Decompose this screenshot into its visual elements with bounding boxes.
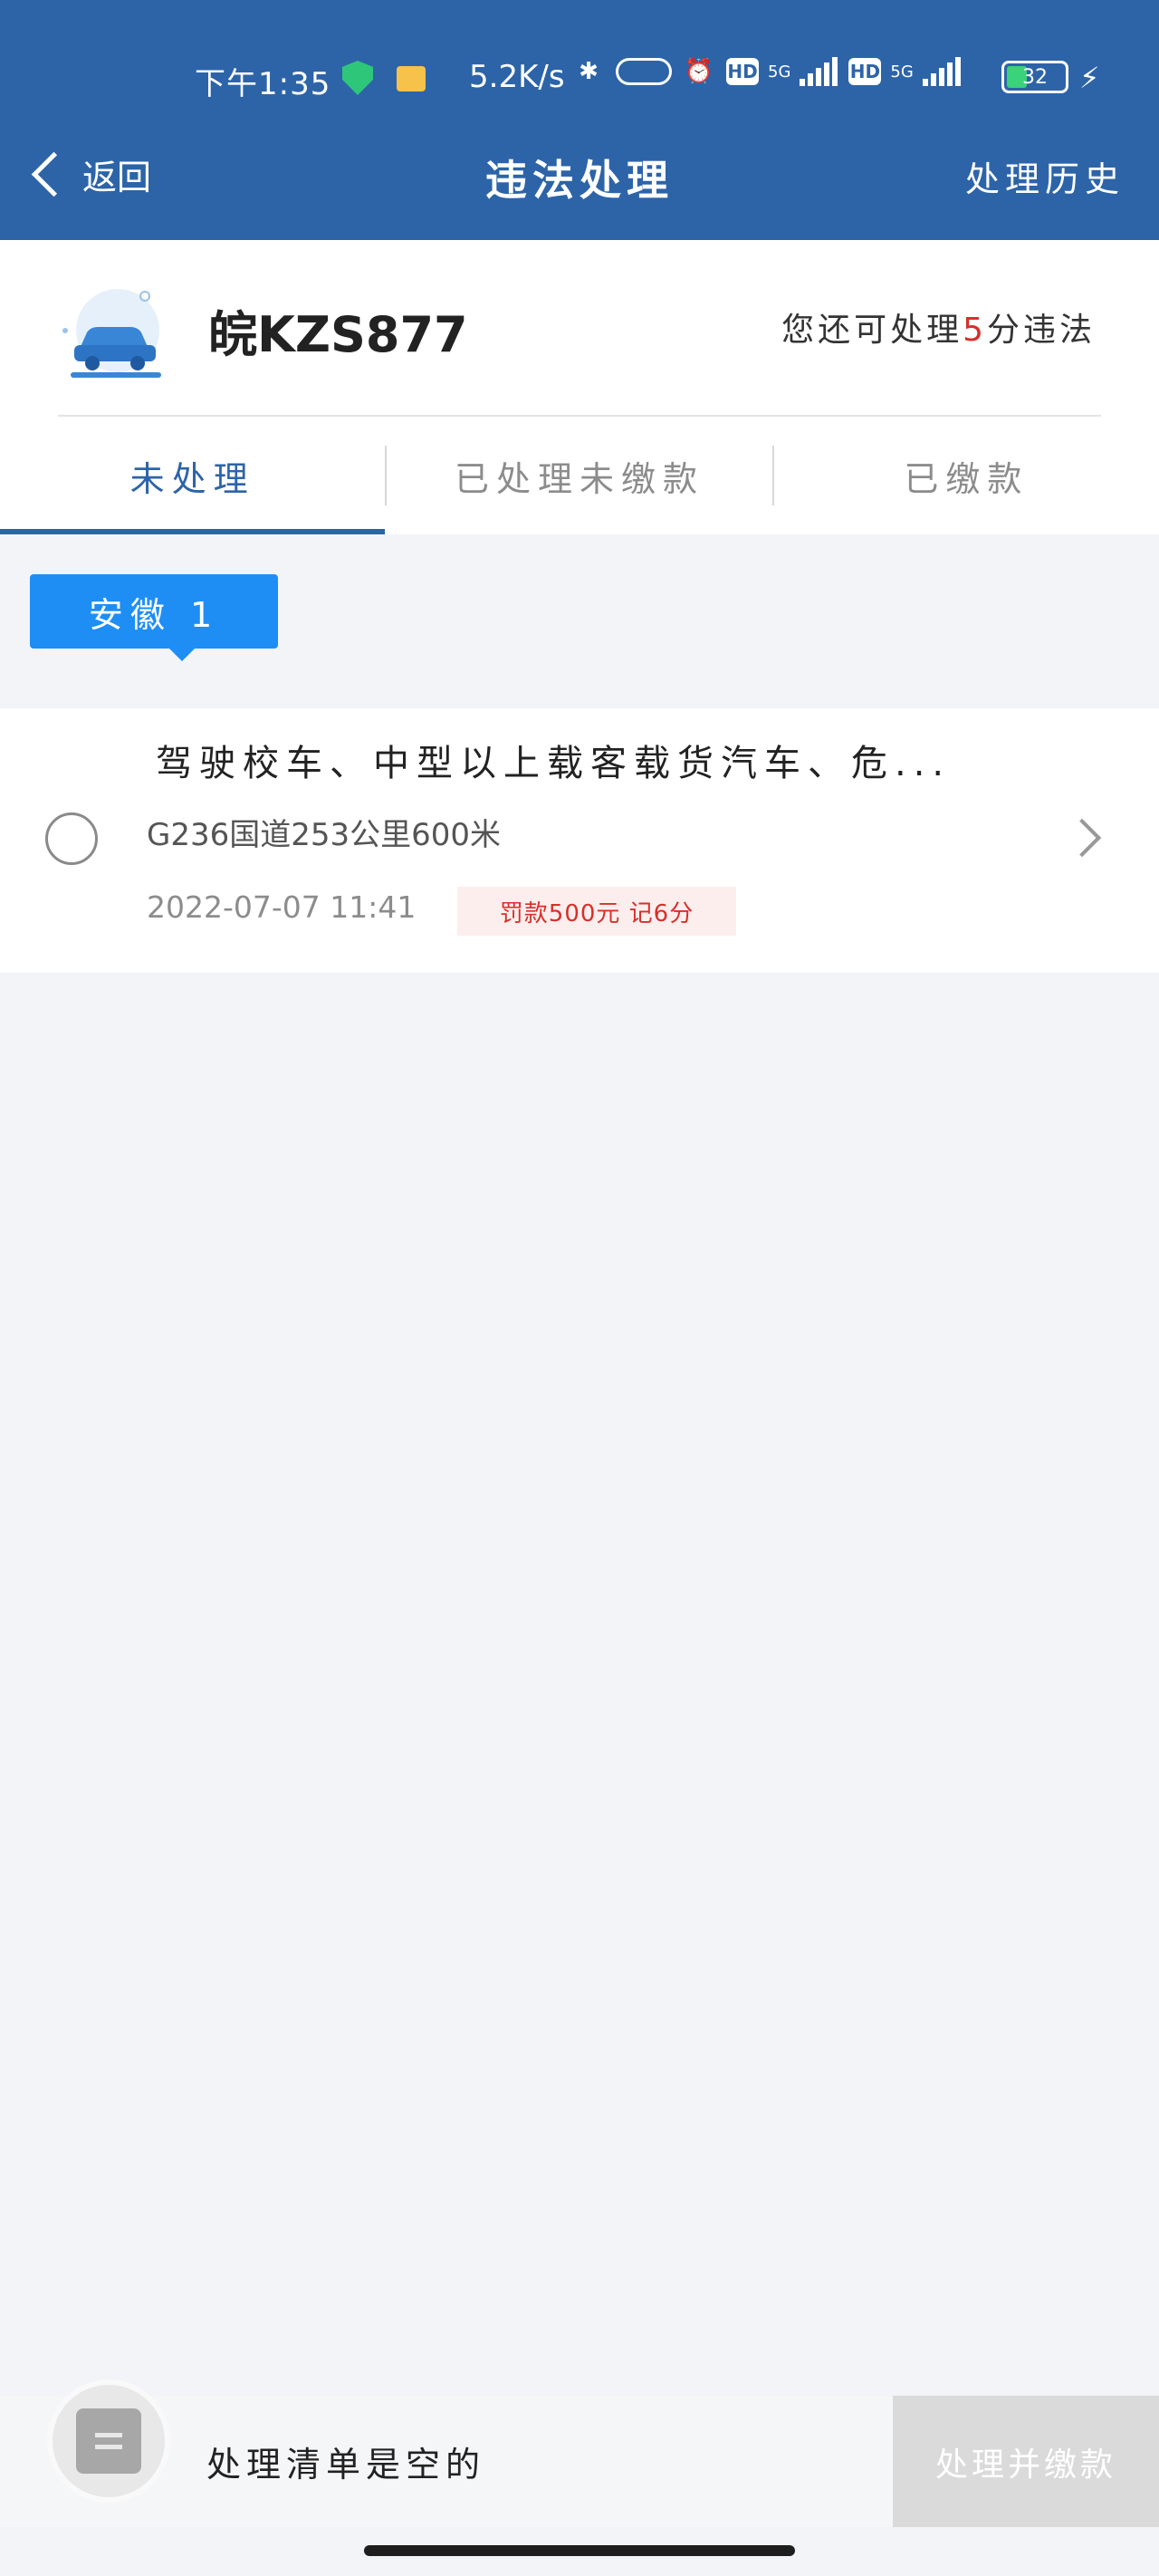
chevron-right-icon[interactable] bbox=[1062, 818, 1102, 858]
process-and-pay-button[interactable]: 处理并缴款 bbox=[893, 2396, 1159, 2527]
violation-time: 2022-07-07 11:41 bbox=[147, 889, 417, 925]
hd-icon: HD bbox=[726, 58, 759, 85]
points-quota: 您还可处理5分违法 bbox=[781, 303, 1096, 351]
plate-number: 皖KZS877 bbox=[208, 306, 468, 363]
list-empty-text: 处理清单是空的 bbox=[206, 2445, 486, 2485]
network-speed: 5.2K/s bbox=[469, 59, 565, 95]
charging-icon: ⚡ bbox=[1079, 61, 1100, 95]
bluetooth-icon: ✱ bbox=[579, 58, 599, 85]
alarm-icon: ⏰ bbox=[684, 58, 714, 85]
app-header: 下午1:35 5.2K/s ✱ ⏰ HD 5G HD 5G 32 ⚡ 返回 违法… bbox=[0, 0, 1159, 240]
signal-gen-2: 5G bbox=[890, 62, 914, 82]
status-time: 下午1:35 bbox=[195, 66, 331, 102]
vehicle-card: 皖KZS877 您还可处理5分违法 未处理 已处理未缴款 已缴款 bbox=[0, 240, 1159, 534]
security-shield-icon bbox=[342, 61, 373, 95]
quota-suffix: 分违法 bbox=[986, 312, 1096, 349]
region-tag[interactable]: 安徽 1 bbox=[30, 574, 278, 661]
status-icons: ✱ ⏰ HD 5G HD 5G bbox=[570, 53, 963, 90]
select-radio[interactable] bbox=[45, 812, 98, 865]
tab-paid[interactable]: 已缴款 bbox=[774, 417, 1159, 534]
violation-item[interactable]: 驾驶校车、中型以上载客载货汽车、危... G236国道253公里600米 202… bbox=[0, 708, 1159, 973]
violation-title: 驾驶校车、中型以上载客载货汽车、危... bbox=[156, 743, 952, 784]
car-icon bbox=[54, 285, 172, 385]
vibrate-icon bbox=[616, 58, 672, 85]
bottom-bar: 处理清单是空的 处理并缴款 bbox=[0, 2379, 1159, 2527]
signal-1-icon bbox=[800, 53, 839, 90]
signal-gen-1: 5G bbox=[768, 62, 791, 82]
list-icon bbox=[76, 2408, 141, 2474]
history-button[interactable]: 处理历史 bbox=[965, 151, 1125, 201]
process-list-button[interactable] bbox=[47, 2379, 170, 2503]
penalty-badge: 罚款500元 记6分 bbox=[457, 887, 736, 936]
message-icon bbox=[397, 66, 426, 91]
battery-icon: 32 bbox=[1001, 61, 1068, 93]
tab-unprocessed[interactable]: 未处理 bbox=[0, 417, 386, 534]
violation-location: G236国道253公里600米 bbox=[147, 817, 502, 853]
signal-2-icon bbox=[922, 53, 963, 90]
home-indicator[interactable] bbox=[364, 2545, 795, 2556]
quota-number: 5 bbox=[963, 312, 987, 349]
tab-processed-unpaid[interactable]: 已处理未缴款 bbox=[387, 417, 771, 534]
battery-level: 32 bbox=[1022, 65, 1048, 89]
status-tabs: 未处理 已处理未缴款 已缴款 bbox=[0, 417, 1159, 534]
quota-prefix: 您还可处理 bbox=[781, 312, 963, 349]
nav-bar: 返回 违法处理 处理历史 bbox=[0, 131, 1159, 222]
status-bar: 下午1:35 5.2K/s ✱ ⏰ HD 5G HD 5G 32 ⚡ bbox=[0, 50, 1159, 104]
hd-icon-2: HD bbox=[848, 58, 882, 85]
